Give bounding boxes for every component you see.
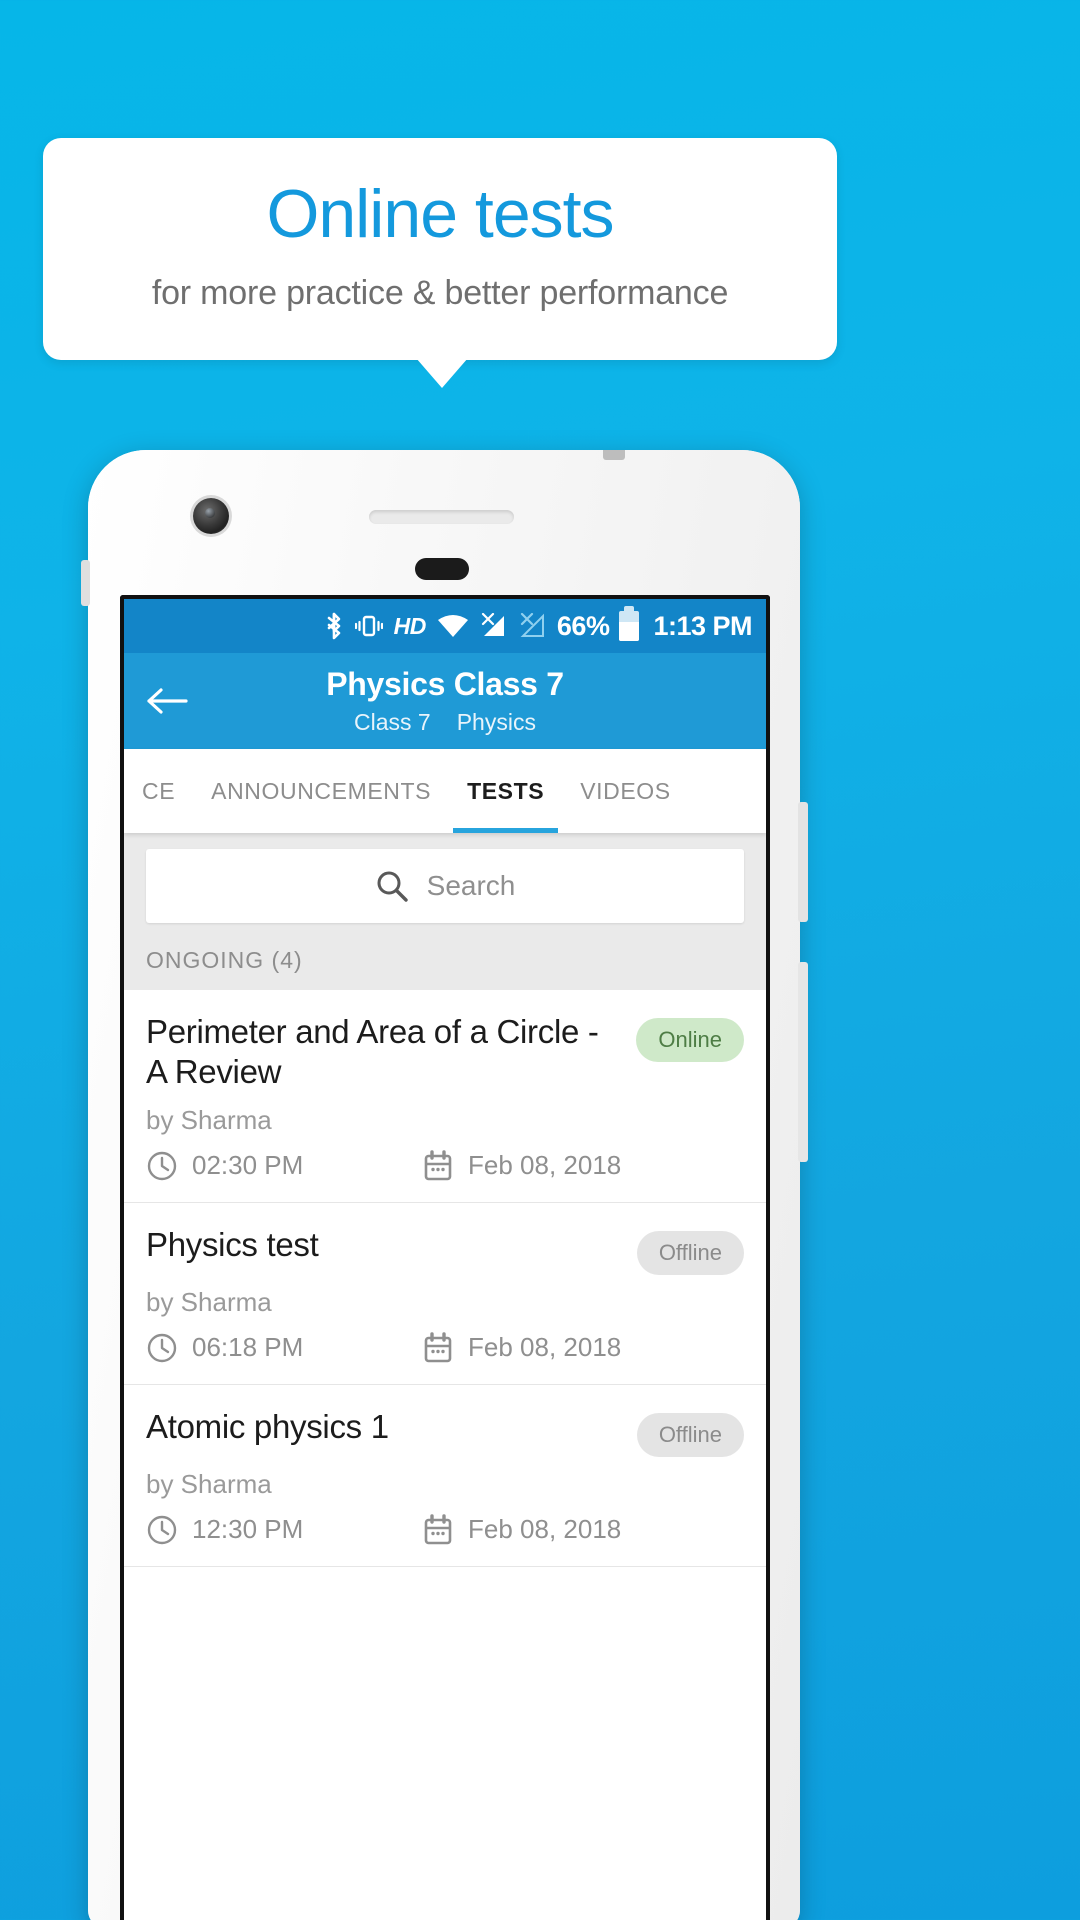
test-time: 06:18 PM xyxy=(192,1332,304,1362)
test-date: Feb 08, 2018 xyxy=(468,1332,622,1362)
tab-announcements[interactable]: ANNOUNCEMENTS xyxy=(193,749,449,833)
phone-screen: HD 66% 1:13 PM Physics Class 7 Class 7 P… xyxy=(120,595,770,1920)
section-header-ongoing: ONGOING (4) xyxy=(124,941,766,990)
signal-2-icon xyxy=(519,613,547,639)
test-meta: 12:30 PM Feb 08, 2018 xyxy=(146,1513,744,1546)
phone-speaker xyxy=(369,510,514,524)
status-badge: Offline xyxy=(636,1412,744,1457)
test-date: Feb 08, 2018 xyxy=(468,1514,622,1544)
volume-button[interactable] xyxy=(798,802,808,922)
front-camera-icon xyxy=(193,498,229,534)
bluetooth-icon xyxy=(324,611,344,641)
promo-title: Online tests xyxy=(266,175,614,252)
clock-icon xyxy=(146,1514,178,1546)
clock-icon xyxy=(146,1150,178,1182)
breadcrumb-subject: Physics xyxy=(456,709,536,735)
calendar-icon xyxy=(422,1149,454,1182)
tab-ce[interactable]: CE xyxy=(124,749,193,833)
test-author: by Sharma xyxy=(146,1286,272,1317)
vibrate-icon xyxy=(354,612,383,640)
calendar-icon xyxy=(422,1331,454,1364)
promo-callout-tail xyxy=(416,358,468,388)
test-time: 12:30 PM xyxy=(192,1514,304,1544)
status-badge: Online xyxy=(636,1018,744,1062)
battery-percent-label: 66% xyxy=(556,610,610,641)
list-item[interactable]: Atomic physics 1 Offline by Sharma 12:30… xyxy=(124,1385,766,1567)
page-title: Physics Class 7 xyxy=(326,666,564,702)
side-button-left[interactable] xyxy=(81,560,90,606)
power-button[interactable] xyxy=(798,962,808,1162)
tab-videos[interactable]: VIDEOS xyxy=(562,749,689,833)
tab-tests[interactable]: TESTS xyxy=(449,749,562,833)
test-title: Perimeter and Area of a Circle - A Revie… xyxy=(146,1013,599,1091)
test-time: 02:30 PM xyxy=(192,1150,304,1180)
status-bar: HD 66% 1:13 PM xyxy=(124,599,766,653)
search-icon xyxy=(375,869,409,903)
search-input[interactable]: Search xyxy=(146,849,744,923)
phone-antenna-line xyxy=(603,450,625,460)
status-badge: Offline xyxy=(636,1230,744,1275)
test-meta: 06:18 PM Feb 08, 2018 xyxy=(146,1331,744,1364)
test-meta: 02:30 PM Feb 08, 2018 xyxy=(146,1149,744,1182)
breadcrumb: Class 7 Physics xyxy=(354,709,536,736)
search-area: Search xyxy=(124,833,766,941)
calendar-icon xyxy=(422,1513,454,1546)
clock-label: 1:13 PM xyxy=(653,610,752,641)
signal-1-icon xyxy=(480,613,508,639)
phone-device: HD 66% 1:13 PM Physics Class 7 Class 7 P… xyxy=(81,450,808,1920)
wifi-icon xyxy=(437,613,469,639)
test-date: Feb 08, 2018 xyxy=(468,1150,622,1180)
promo-callout: Online tests for more practice & better … xyxy=(43,138,837,360)
breadcrumb-class: Class 7 xyxy=(354,709,431,735)
search-placeholder: Search xyxy=(426,870,516,901)
list-item[interactable]: Physics test Offline by Sharma 06:18 PM xyxy=(124,1203,766,1385)
tests-list: Perimeter and Area of a Circle - A Revie… xyxy=(124,990,766,1567)
battery-icon xyxy=(619,606,640,641)
test-title: Physics test xyxy=(146,1225,319,1263)
tab-bar: CE ANNOUNCEMENTS TESTS VIDEOS xyxy=(124,749,766,833)
hd-icon: HD xyxy=(393,612,427,639)
test-title: Atomic physics 1 xyxy=(146,1407,389,1445)
clock-icon xyxy=(146,1332,178,1364)
back-arrow-icon[interactable] xyxy=(146,685,188,717)
app-bar: Physics Class 7 Class 7 Physics xyxy=(124,653,766,749)
test-author: by Sharma xyxy=(146,1468,272,1499)
phone-sensor xyxy=(415,558,469,580)
promo-subtitle: for more practice & better performance xyxy=(151,273,729,312)
list-item[interactable]: Perimeter and Area of a Circle - A Revie… xyxy=(124,990,766,1203)
test-author: by Sharma xyxy=(146,1104,272,1135)
